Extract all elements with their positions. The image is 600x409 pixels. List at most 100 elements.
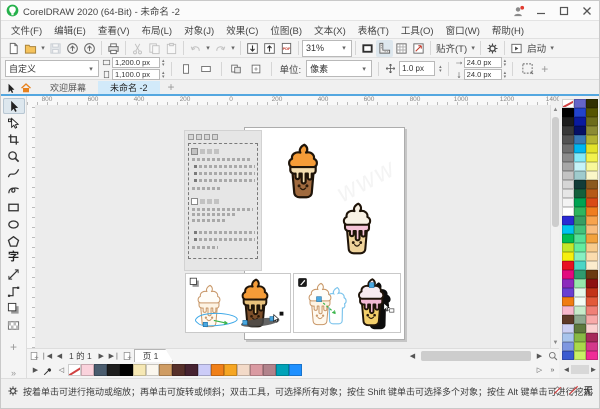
redo-button[interactable] (212, 40, 229, 57)
palette-swatch[interactable] (562, 252, 574, 261)
document-palette-swatch[interactable] (146, 364, 159, 376)
palette-swatch[interactable] (586, 333, 598, 342)
show-rulers-button[interactable] (376, 40, 393, 57)
palette-swatch[interactable] (562, 144, 574, 153)
account-icon[interactable] (508, 3, 528, 19)
document-palette-swatch[interactable] (289, 364, 302, 376)
new-document-button[interactable] (5, 40, 22, 57)
palette-swatch[interactable] (562, 189, 574, 198)
minimize-button[interactable] (531, 3, 551, 19)
palette-swatch[interactable] (586, 297, 598, 306)
palette-swatch[interactable] (562, 261, 574, 270)
palette-swatch[interactable] (562, 306, 574, 315)
palette-swatch[interactable] (574, 117, 586, 126)
palette-swatch[interactable] (574, 234, 586, 243)
document-palette-swatch[interactable] (237, 364, 250, 376)
add-page-end-button[interactable] (121, 350, 134, 362)
redo-button-dropdown[interactable]: ▾ (229, 44, 237, 52)
palette-swatch[interactable] (586, 216, 598, 225)
page-width-field[interactable]: 1,200.0 px (112, 57, 160, 68)
document-palette-no-fill-swatch[interactable] (68, 364, 81, 376)
palette-swatch[interactable] (574, 297, 586, 306)
menu-item-10[interactable]: 窗口(W) (440, 21, 486, 39)
palette-swatch[interactable] (586, 315, 598, 324)
download-cloud-button[interactable] (81, 40, 98, 57)
palette-swatch[interactable] (586, 135, 598, 144)
status-gear-icon[interactable] (7, 385, 19, 397)
ellipse-tool[interactable] (3, 216, 25, 232)
palette-swatch[interactable] (562, 324, 574, 333)
close-button[interactable] (577, 3, 597, 19)
palette-swatch[interactable] (562, 216, 574, 225)
rectangle-tool[interactable] (3, 199, 25, 215)
copy-button[interactable] (146, 40, 163, 57)
document-palette-swatch[interactable] (94, 364, 107, 376)
treat-as-filled-button[interactable] (519, 60, 536, 77)
palette-swatch[interactable] (586, 234, 598, 243)
page-preset-select[interactable]: 自定义▾ (5, 60, 99, 77)
horizontal-scroll-thumb[interactable] (421, 351, 531, 361)
page-height-field[interactable]: 1,100.0 px (112, 69, 160, 80)
palette-swatch[interactable] (562, 171, 574, 180)
palette-swatch[interactable] (562, 108, 574, 117)
undo-button-dropdown[interactable]: ▾ (204, 44, 212, 52)
zoom-level-select[interactable]: 31%▾ (302, 40, 352, 57)
freehand-tool[interactable] (3, 165, 25, 181)
palette-swatch[interactable] (574, 351, 586, 360)
palette-swatch[interactable] (586, 243, 598, 252)
document-palette-more-arrow[interactable]: » (546, 364, 559, 376)
palette-swatch[interactable] (574, 315, 586, 324)
palette-swatch[interactable] (574, 99, 586, 108)
palette-swatch[interactable] (586, 144, 598, 153)
document-palette-swatch[interactable] (276, 364, 289, 376)
menu-item-5[interactable]: 效果(C) (220, 21, 264, 39)
palette-swatch[interactable] (562, 225, 574, 234)
palette-swatch[interactable] (562, 288, 574, 297)
home-icon[interactable] (20, 82, 32, 94)
palette-swatch[interactable] (574, 216, 586, 225)
palette-swatch[interactable] (586, 306, 598, 315)
cupcake-pink-cream[interactable] (337, 202, 377, 255)
palette-swatch[interactable] (574, 333, 586, 342)
document-palette-swatch[interactable] (120, 364, 133, 376)
drawing-canvas[interactable]: www (35, 105, 550, 348)
menu-item-3[interactable]: 布局(L) (135, 21, 178, 39)
nudge-spinner[interactable]: ▴▾ (439, 65, 442, 73)
options-gear-button[interactable] (484, 40, 501, 57)
palette-swatch[interactable] (562, 126, 574, 135)
units-select[interactable]: 像素▾ (306, 60, 372, 77)
vertical-scroll-thumb[interactable] (552, 117, 559, 227)
palette-swatch[interactable] (586, 342, 598, 351)
palette-swatch[interactable] (586, 189, 598, 198)
palette-swatch[interactable] (562, 234, 574, 243)
palette-swatch[interactable] (586, 108, 598, 117)
palette-swatch[interactable] (574, 153, 586, 162)
palette-page-right-arrow[interactable]: ► (589, 365, 598, 374)
palette-swatch[interactable] (562, 270, 574, 279)
menu-item-2[interactable]: 查看(V) (92, 21, 136, 39)
outline-none-icon[interactable] (567, 384, 580, 397)
document-palette-swatch[interactable] (159, 364, 172, 376)
palette-swatch[interactable] (586, 171, 598, 180)
launch-button[interactable] (508, 40, 525, 57)
palette-swatch[interactable] (586, 351, 598, 360)
open-button[interactable] (22, 40, 39, 57)
palette-swatch[interactable] (574, 144, 586, 153)
shape-tool[interactable] (3, 115, 25, 131)
first-page-button[interactable]: ❘◀ (40, 350, 53, 362)
cupcake-orange-brown[interactable] (282, 143, 324, 199)
document-palette-swatch[interactable] (250, 364, 263, 376)
menu-item-6[interactable]: 位图(B) (264, 21, 308, 39)
palette-swatch[interactable] (586, 99, 598, 108)
maximize-button[interactable] (554, 3, 574, 19)
text-tool[interactable]: 字 (3, 250, 25, 266)
full-screen-preview-button[interactable] (359, 40, 376, 57)
menu-item-8[interactable]: 表格(T) (352, 21, 395, 39)
palette-swatch[interactable] (586, 261, 598, 270)
palette-swatch[interactable] (586, 180, 598, 189)
menu-item-1[interactable]: 编辑(E) (48, 21, 92, 39)
document-palette-swatch[interactable] (81, 364, 94, 376)
last-page-button[interactable]: ▶❘ (108, 350, 121, 362)
palette-swatch[interactable] (574, 288, 586, 297)
toolbox-overflow-chevron[interactable]: » (11, 368, 16, 378)
